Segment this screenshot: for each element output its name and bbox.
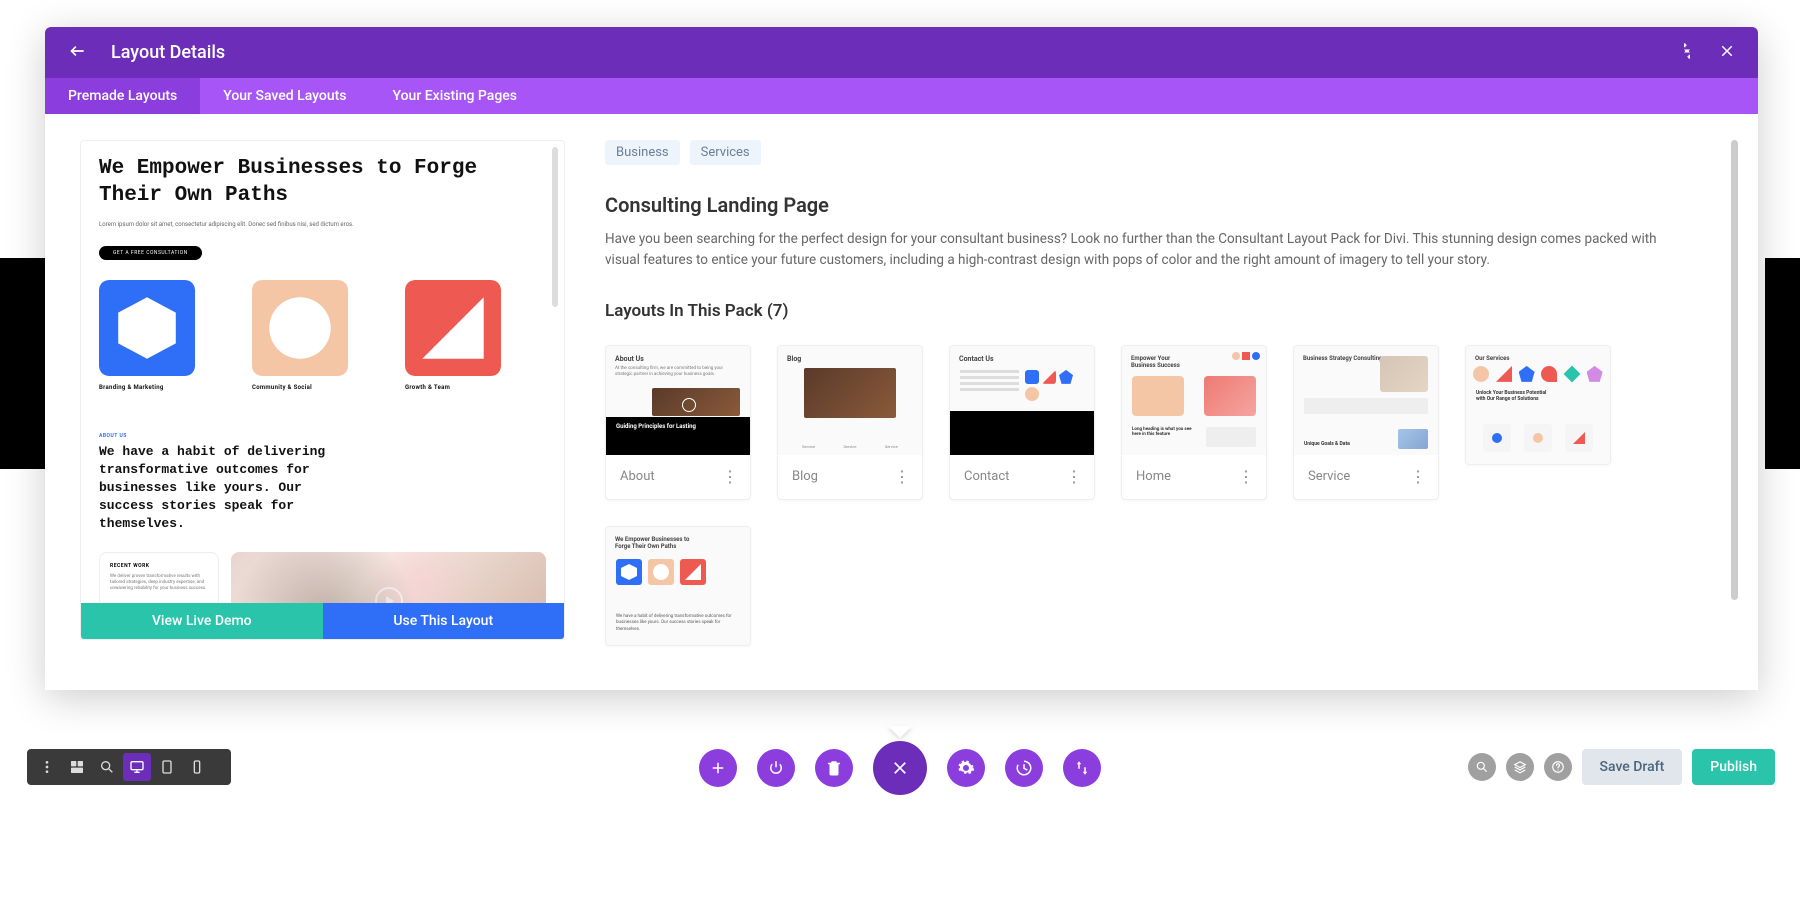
menu-icon[interactable]	[33, 753, 61, 781]
search-icon[interactable]	[1468, 753, 1496, 781]
portability-button[interactable]	[1063, 749, 1101, 787]
pack-card-home[interactable]: Empower YourBusiness Success Long headin…	[1121, 345, 1267, 500]
card-menu-icon[interactable]: ⋮	[1410, 469, 1426, 485]
pack-label: Blog	[792, 469, 818, 484]
about-heading: We have a habit of delivering transforma…	[99, 443, 339, 534]
thumb-heading-2: Business Success	[1131, 362, 1180, 369]
feature-shape-circle	[252, 280, 348, 376]
settings-button[interactable]	[947, 749, 985, 787]
tag-services[interactable]: Services	[690, 140, 761, 165]
pack-label: Service	[1308, 469, 1350, 484]
tab-saved[interactable]: Your Saved Layouts	[200, 78, 369, 114]
pack-grid: About UsAt the consulting firm, we are c…	[605, 345, 1693, 646]
thumb-heading: About Us	[615, 355, 741, 363]
feature-shape-triangle	[405, 280, 501, 376]
pack-card-landing[interactable]: We Empower Businesses toForge Their Own …	[605, 526, 751, 646]
close-icon[interactable]	[1718, 42, 1736, 64]
about-eyebrow: ABOUT US	[99, 433, 546, 439]
builder-right-toolbar: Save Draft Publish	[1468, 749, 1775, 785]
feature-label: Growth & Team	[405, 384, 546, 391]
recent-text: We deliver proven transformative results…	[110, 574, 208, 593]
pack-label: Home	[1136, 469, 1171, 484]
view-demo-button[interactable]: View Live Demo	[81, 603, 323, 639]
pack-card-services[interactable]: Our Services Unlock Your Business Potent…	[1465, 345, 1611, 465]
thumb-heading: We Empower Businesses to	[615, 536, 689, 543]
pack-card-contact[interactable]: Contact Us Contact ⋮	[949, 345, 1095, 500]
builder-left-toolbar	[27, 749, 231, 785]
feature-shape-hexagon	[99, 280, 195, 376]
thumb-sub: Guiding Principles for Lasting	[616, 423, 740, 430]
play-icon	[375, 587, 403, 603]
thumb-heading: Contact Us	[959, 355, 1085, 363]
pack-heading: Layouts In This Pack (7)	[605, 301, 1693, 321]
thumb-heading: Empower Your	[1131, 355, 1170, 362]
back-icon[interactable]	[67, 41, 87, 65]
card-menu-icon[interactable]: ⋮	[894, 469, 910, 485]
thumb-heading-2: Forge Their Own Paths	[615, 543, 676, 550]
layers-icon[interactable]	[1506, 753, 1534, 781]
use-layout-button[interactable]: Use This Layout	[323, 603, 565, 639]
history-button[interactable]	[1005, 749, 1043, 787]
publish-button[interactable]: Publish	[1692, 749, 1775, 785]
modal-arrow-tip	[888, 726, 912, 738]
recent-card: RECENT WORK We deliver proven transforma…	[99, 552, 219, 603]
wireframe-icon[interactable]	[63, 753, 91, 781]
zoom-icon[interactable]	[93, 753, 121, 781]
thumb-sub: Unlock Your Business Potential with Our …	[1476, 390, 1550, 402]
canvas-dark-left	[0, 258, 50, 469]
pack-card-service[interactable]: Business Strategy Consulting Unique Goal…	[1293, 345, 1439, 500]
card-menu-icon[interactable]: ⋮	[1066, 469, 1082, 485]
preview-scrollbar[interactable]	[552, 147, 558, 307]
power-button[interactable]	[757, 749, 795, 787]
tag-business[interactable]: Business	[605, 140, 680, 165]
preview-headline: We Empower Businesses to Forge Their Own…	[99, 155, 546, 210]
recent-photo	[231, 552, 546, 603]
tablet-view-icon[interactable]	[153, 753, 181, 781]
layout-library-modal: Layout Details Premade Layouts Your Save…	[45, 27, 1758, 690]
layout-preview: We Empower Businesses to Forge Their Own…	[80, 140, 565, 640]
feature-label: Branding & Marketing	[99, 384, 240, 391]
feature-label: Community & Social	[252, 384, 393, 391]
phone-view-icon[interactable]	[183, 753, 211, 781]
modal-scrollbar[interactable]	[1731, 140, 1738, 600]
pack-card-about[interactable]: About UsAt the consulting firm, we are c…	[605, 345, 751, 500]
help-icon[interactable]	[1544, 753, 1572, 781]
card-menu-icon[interactable]: ⋮	[722, 469, 738, 485]
modal-header: Layout Details	[45, 27, 1758, 78]
add-button[interactable]	[699, 749, 737, 787]
recent-title: RECENT WORK	[110, 563, 208, 569]
canvas-dark-right	[1765, 258, 1800, 469]
modal-tabs: Premade Layouts Your Saved Layouts Your …	[45, 78, 1758, 114]
tab-existing[interactable]: Your Existing Pages	[369, 78, 539, 114]
card-menu-icon[interactable]: ⋮	[1238, 469, 1254, 485]
preview-lorem: Lorem ipsum dolor sit amet, consectetur …	[99, 220, 546, 229]
pack-label: Contact	[964, 469, 1009, 484]
preview-cta: GET A FREE CONSULTATION	[99, 246, 202, 260]
thumb-heading: Blog	[787, 355, 913, 363]
desktop-view-icon[interactable]	[123, 753, 151, 781]
modal-title: Layout Details	[111, 42, 225, 63]
layout-details: Business Services Consulting Landing Pag…	[605, 140, 1723, 664]
pack-card-blog[interactable]: Blog ServiceServiceService Blog⋮	[777, 345, 923, 500]
thumb-long: Long heading is what you see here in thi…	[1132, 427, 1198, 447]
delete-button[interactable]	[815, 749, 853, 787]
save-draft-button[interactable]: Save Draft	[1582, 749, 1683, 785]
preview-features: Branding & Marketing Community & Social	[99, 280, 546, 391]
thumb-sub: Unique Goals & Data	[1304, 441, 1350, 447]
modal-body: We Empower Businesses to Forge Their Own…	[45, 114, 1758, 690]
portability-icon[interactable]	[1678, 42, 1696, 64]
thumb-heading: Our Services	[1475, 355, 1601, 362]
pack-label: About	[620, 469, 655, 484]
builder-center-toolbar	[699, 741, 1101, 795]
tab-premade[interactable]: Premade Layouts	[45, 78, 200, 114]
layout-title: Consulting Landing Page	[605, 193, 1693, 217]
close-builder-button[interactable]	[873, 741, 927, 795]
layout-description: Have you been searching for the perfect …	[605, 229, 1693, 271]
